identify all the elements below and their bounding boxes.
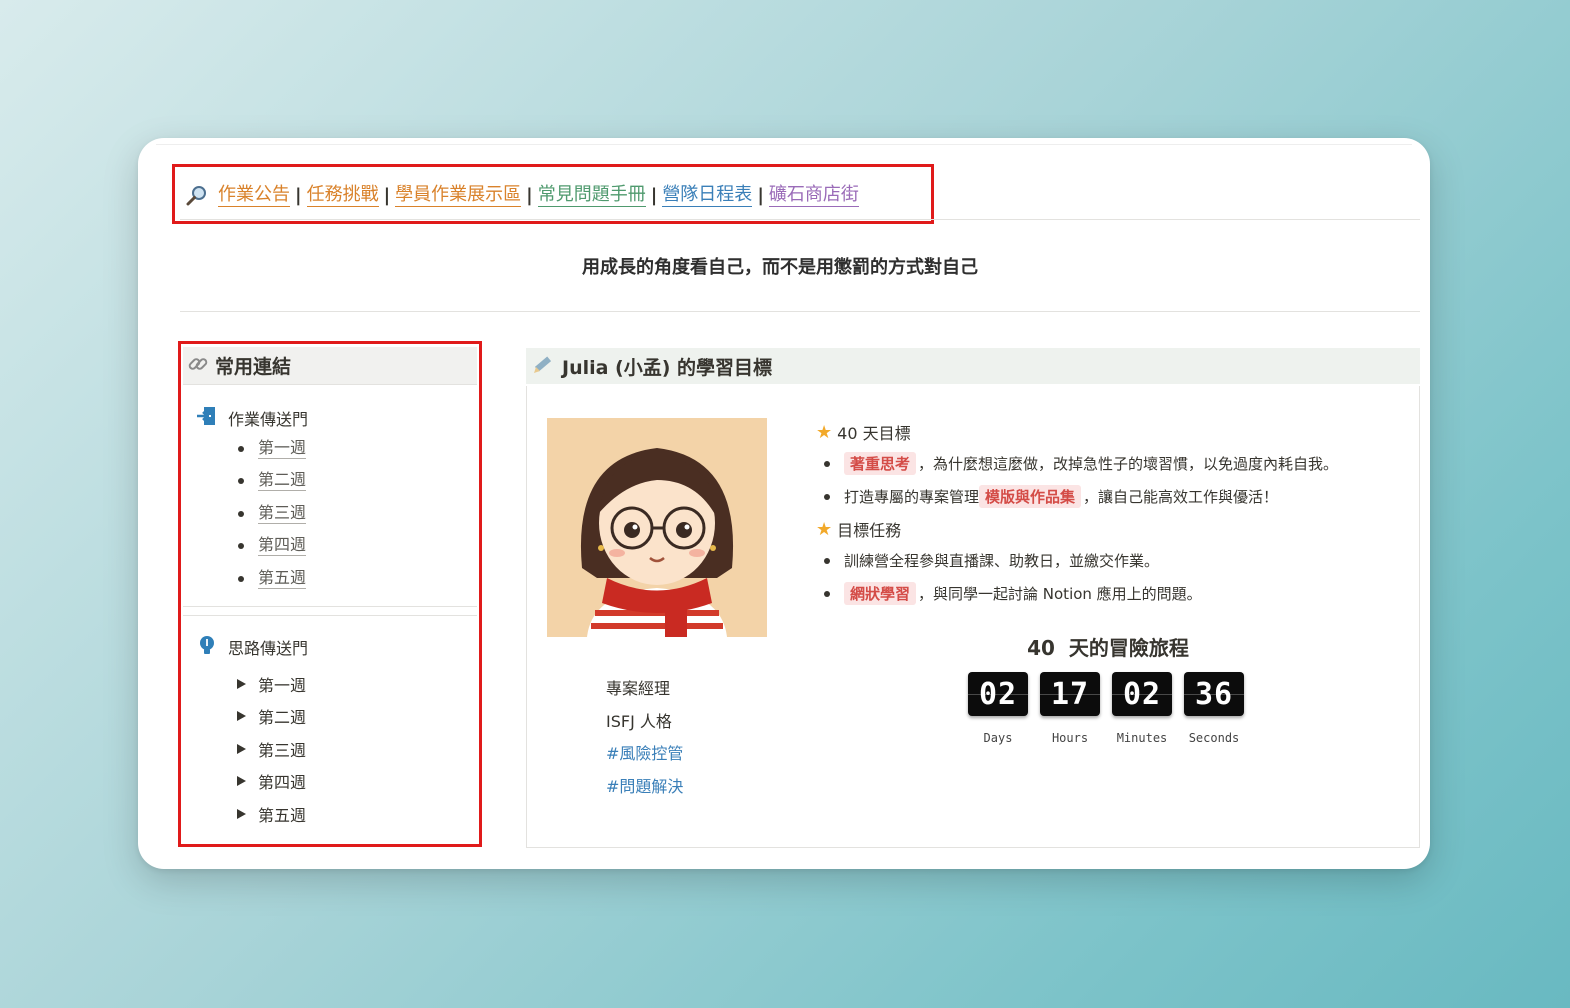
pencil-icon [532,353,554,379]
bullet [824,557,830,564]
week-link[interactable]: 第二週 [258,470,307,491]
goal-item: 網狀學習 ，與同學一起討論 Notion 應用上的問題。 [824,582,1202,605]
highlight-text: 模版與作品集 [979,485,1082,508]
list-item[interactable]: 第三週 [238,503,307,524]
nav-link-shop[interactable]: 礦石商店街 [768,184,859,207]
week-link[interactable]: 第三週 [258,503,307,524]
sidebar-header: 常用連結 [183,347,477,385]
section-homework-title: 作業傳送門 [228,410,309,429]
page-quote: 用成長的角度看自己，而不是用懲罰的方式對自己 [582,257,978,278]
list-item[interactable]: 第五週 [238,568,307,589]
countdown-hours: 17 [1040,672,1100,716]
toggle-arrow-icon[interactable] [237,809,246,819]
bullet [238,445,244,452]
star-icon: ★ [816,421,833,443]
toggle-item[interactable]: 第三週 [237,737,306,761]
section-thinking: 思路傳送門 [196,634,308,660]
countdown-title-text: 天的冒險旅程 [1068,636,1189,660]
nav-link-showcase[interactable]: 學員作業展示區 [395,184,522,207]
profile-personality: ISFJ 人格 [606,712,672,731]
countdown-label: Minutes [1116,731,1168,745]
bullet [238,477,244,484]
countdown-days-number: 40 [1027,636,1055,660]
countdown-seconds: 36 [1184,672,1244,716]
goal-item: 著重思考 ，為什麼想這麼做，改掉急性子的壞習慣，以免過度內耗自我。 [824,452,1338,475]
top-nav: 作業公告 | 任務挑戰 | 學員作業展示區 | 常見問題手冊 | 營隊日程表 |… [184,178,859,212]
section-divider [183,606,477,616]
goal-heading: ★ 40 天目標 [816,420,911,444]
nav-separator: | [757,184,764,206]
highlight-text: 網狀學習 [844,582,917,605]
divider [180,219,1420,220]
section-homework: 作業傳送門 [196,405,308,431]
goals-header: Julia (小孟) 的學習目標 [526,348,1420,384]
toggle-arrow-icon[interactable] [237,776,246,786]
lightbulb-icon [196,634,218,660]
star-icon: ★ [816,518,833,540]
countdown-label: Days [983,731,1013,745]
toggle-item[interactable]: 第一週 [237,672,306,696]
goals-title: Julia (小孟) 的學習目標 [562,356,773,379]
profile-tag[interactable]: #風險控管 [606,740,683,764]
bullet [238,510,244,517]
sidebar-title: 常用連結 [215,356,292,378]
countdown-minutes: 02 [1112,672,1172,716]
section-thinking-title: 思路傳送門 [228,639,309,658]
countdown-label: Hours [1051,731,1089,745]
goal-heading: ★ 目標任務 [816,517,901,541]
week-link[interactable]: 第四週 [258,535,307,556]
nav-link-announcements[interactable]: 作業公告 [218,184,290,207]
link-icon [187,353,209,379]
countdown-label: Seconds [1188,731,1240,745]
toggle-item[interactable]: 第五週 [237,802,306,826]
toggle-item[interactable]: 第四週 [237,769,306,793]
toggle-label: 第二週 [258,708,307,727]
nav-separator: | [650,184,658,206]
highlight-text: 著重思考 [844,452,917,475]
nav-separator: | [383,184,391,206]
countdown-title: 40 天的冒險旅程 [1000,632,1216,661]
toggle-label: 第四週 [258,773,307,792]
list-item[interactable]: 第一週 [238,438,307,459]
toggle-arrow-icon[interactable] [237,679,246,689]
top-divider [156,144,1412,145]
goal-item: 訓練營全程參與直播課、助教日，並繳交作業。 [824,550,1159,571]
nav-link-schedule[interactable]: 營隊日程表 [662,184,753,207]
nav-link-challenges[interactable]: 任務挑戰 [306,184,379,207]
list-item[interactable]: 第二週 [238,470,307,491]
week-link[interactable]: 第一週 [258,438,307,459]
toggle-arrow-icon[interactable] [237,711,246,721]
toggle-item[interactable]: 第二週 [237,704,306,728]
goal-text: 打造專屬的專案管理 [844,488,980,506]
bullet [238,575,244,582]
toggle-label: 第三週 [258,741,307,760]
list-item[interactable]: 第四週 [238,535,307,556]
goal-heading-label: 40 天目標 [837,424,911,443]
bullet [824,493,830,500]
profile-role: 專案經理 [606,679,671,698]
divider [180,311,1420,312]
nav-link-faq[interactable]: 常見問題手冊 [537,184,646,207]
bullet [824,590,830,597]
nav-separator: | [295,184,302,206]
goal-text: ，與同學一起討論 Notion 應用上的問題。 [918,585,1202,603]
goal-text: 訓練營全程參與直播課、助教日，並繳交作業。 [844,552,1160,570]
nav-separator: | [526,184,533,206]
bullet [824,460,830,467]
magnifier-icon [184,184,210,206]
toggle-label: 第一週 [258,676,307,695]
goal-text: ，為什麼想這麼做，改掉急性子的壞習慣，以免過度內耗自我。 [918,455,1339,473]
countdown-days: 02 [968,672,1028,716]
enter-door-icon [196,405,218,431]
week-link[interactable]: 第五週 [258,568,307,589]
profile-tag[interactable]: #問題解決 [606,773,683,797]
goal-item: 打造專屬的專案管理 模版與作品集 ，讓自己能高效工作與優活！ [824,485,1278,508]
avatar [547,418,767,637]
toggle-label: 第五週 [258,806,307,825]
bullet [238,542,244,549]
goal-text: ，讓自己能高效工作與優活！ [1083,488,1279,506]
toggle-arrow-icon[interactable] [237,744,246,754]
goal-heading-label: 目標任務 [837,521,902,540]
